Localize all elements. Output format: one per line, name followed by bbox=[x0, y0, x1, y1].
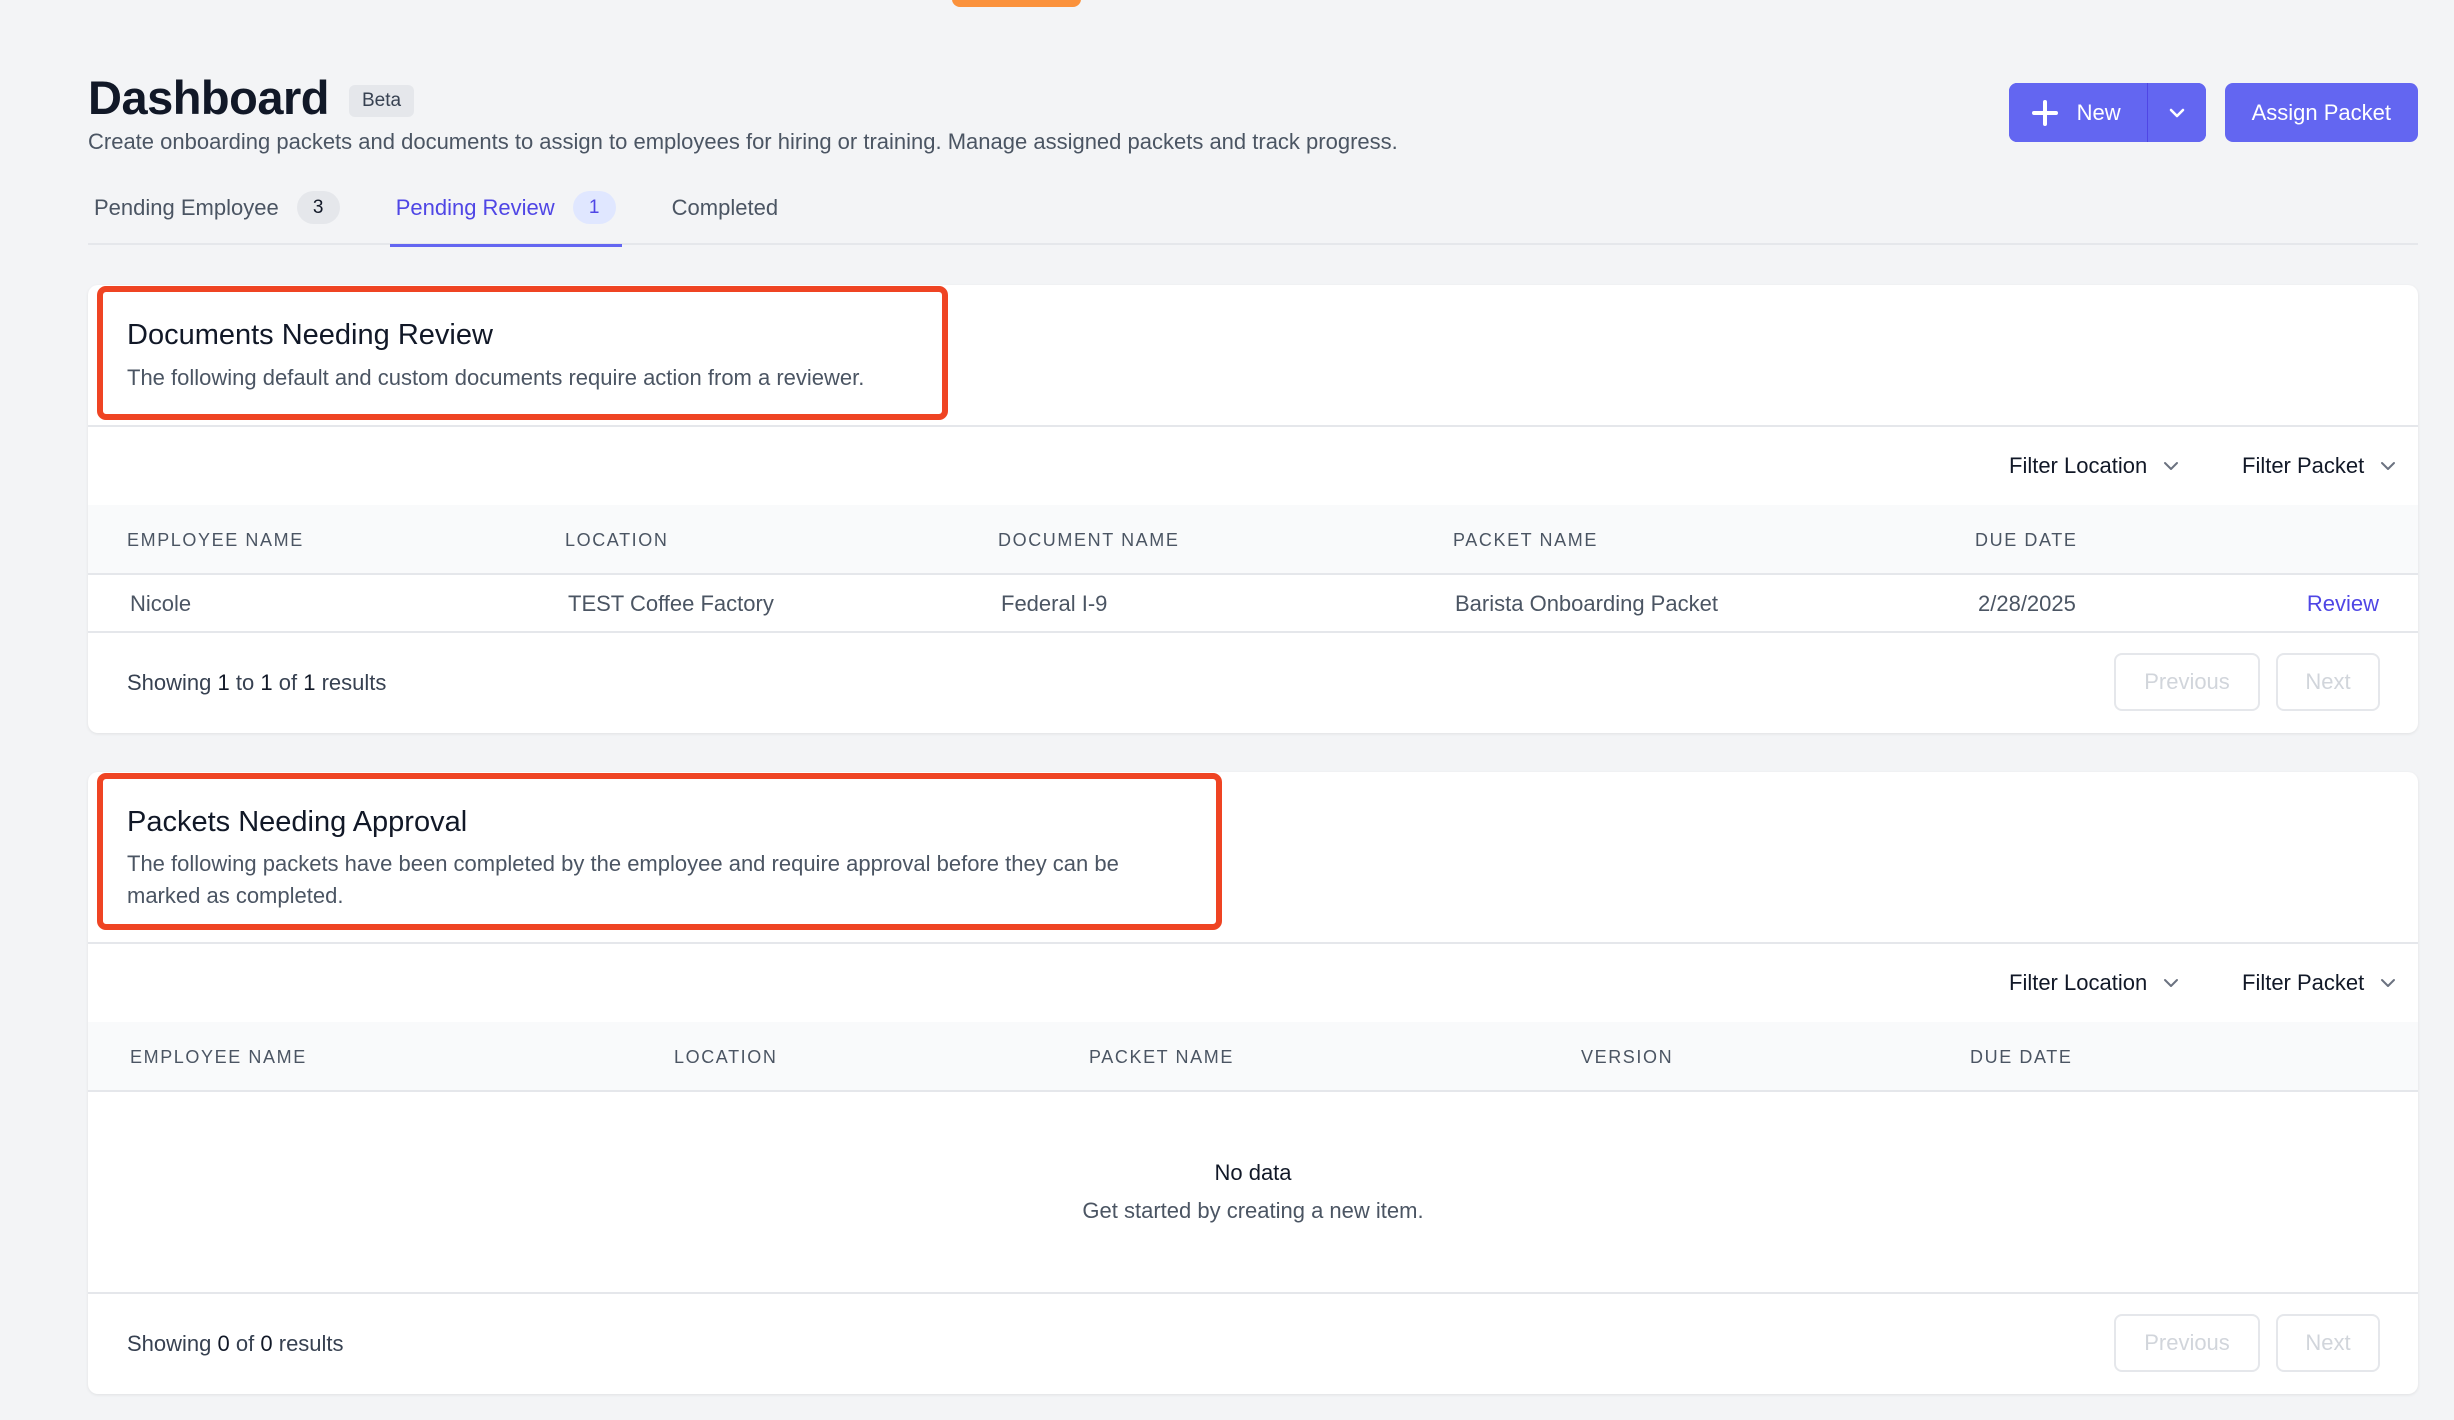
next-button[interactable]: Next bbox=[2276, 653, 2380, 711]
filter-bar: Filter Location Filter Packet bbox=[88, 944, 2418, 1022]
chevron-down-icon bbox=[2169, 108, 2184, 117]
new-dropdown-button[interactable] bbox=[2147, 83, 2206, 142]
column-header: PACKET NAME bbox=[1089, 1047, 1234, 1067]
column-header: DUE DATE bbox=[1970, 1047, 2073, 1067]
cell-document: Federal I-9 bbox=[1001, 591, 1108, 616]
chevron-down-icon bbox=[2381, 462, 2396, 470]
tab-label: Pending Employee bbox=[94, 194, 279, 220]
chevron-down-icon bbox=[2164, 979, 2179, 987]
filter-label: Filter Location bbox=[2009, 453, 2148, 478]
filter-packet-dropdown[interactable]: Filter Packet bbox=[2242, 427, 2398, 505]
tab-pending-employee[interactable]: Pending Employee 3 bbox=[88, 170, 346, 245]
table-header: EMPLOYEE NAME LOCATION DOCUMENT NAME PAC… bbox=[88, 505, 2418, 575]
results-summary: Showing 0 of 0 results bbox=[127, 1331, 344, 1356]
cell-location: TEST Coffee Factory bbox=[568, 591, 774, 616]
highlight-box bbox=[97, 286, 948, 420]
card-header: Packets Needing Approval The following p… bbox=[88, 772, 2418, 944]
column-header: DUE DATE bbox=[1975, 530, 2078, 550]
highlight-box bbox=[97, 773, 1222, 930]
chevron-down-icon bbox=[2164, 462, 2179, 470]
tab-completed[interactable]: Completed bbox=[666, 170, 784, 245]
new-button[interactable]: New bbox=[2008, 83, 2148, 142]
documents-review-card: Documents Needing Review The following d… bbox=[88, 285, 2418, 733]
filter-location-dropdown[interactable]: Filter Location bbox=[2009, 944, 2181, 1022]
cell-packet: Barista Onboarding Packet bbox=[1455, 591, 1718, 616]
chevron-down-icon bbox=[2381, 979, 2396, 987]
plus-icon bbox=[2031, 99, 2059, 127]
environment-badge bbox=[952, 0, 1081, 7]
tab-label: Completed bbox=[671, 194, 779, 220]
filter-bar: Filter Location Filter Packet bbox=[88, 427, 2418, 505]
header-actions: New Assign Packet bbox=[2008, 83, 2418, 142]
tab-bar: Pending Employee 3 Pending Review 1 Comp… bbox=[88, 170, 2418, 247]
card-footer: Showing 0 of 0 results Previous Next bbox=[88, 1294, 2418, 1394]
filter-label: Filter Packet bbox=[2242, 970, 2365, 995]
review-link[interactable]: Review bbox=[2307, 575, 2379, 633]
column-header: DOCUMENT NAME bbox=[998, 530, 1180, 550]
table-row: Nicole TEST Coffee Factory Federal I-9 B… bbox=[88, 575, 2418, 633]
beta-badge: Beta bbox=[349, 84, 415, 117]
next-button[interactable]: Next bbox=[2276, 1314, 2380, 1372]
results-summary: Showing 1 to 1 of 1 results bbox=[127, 670, 387, 695]
column-header: EMPLOYEE NAME bbox=[130, 1047, 307, 1067]
filter-packet-dropdown[interactable]: Filter Packet bbox=[2242, 944, 2398, 1022]
cell-due-date: 2/28/2025 bbox=[1978, 591, 2076, 616]
column-header: PACKET NAME bbox=[1453, 530, 1598, 550]
empty-state-title: No data bbox=[1214, 1160, 1292, 1185]
assign-packet-button[interactable]: Assign Packet bbox=[2224, 83, 2418, 142]
tab-count-badge: 1 bbox=[572, 191, 616, 224]
column-header: LOCATION bbox=[565, 530, 669, 550]
page-header: Dashboard Beta Create onboarding packets… bbox=[88, 70, 2418, 155]
new-button-label: New bbox=[2076, 99, 2121, 125]
column-header: EMPLOYEE NAME bbox=[127, 530, 304, 550]
card-footer: Showing 1 to 1 of 1 results Previous Nex… bbox=[88, 633, 2418, 733]
tab-label: Pending Review bbox=[395, 194, 555, 220]
packets-approval-card: Packets Needing Approval The following p… bbox=[88, 772, 2418, 1394]
filter-label: Filter Location bbox=[2009, 970, 2148, 995]
filter-label: Filter Packet bbox=[2242, 453, 2365, 478]
previous-button[interactable]: Previous bbox=[2114, 1314, 2260, 1372]
cell-employee: Nicole bbox=[130, 591, 192, 616]
new-button-group: New bbox=[2008, 83, 2206, 142]
tab-pending-review[interactable]: Pending Review 1 bbox=[389, 170, 622, 247]
filter-location-dropdown[interactable]: Filter Location bbox=[2009, 427, 2181, 505]
card-header: Documents Needing Review The following d… bbox=[88, 285, 2418, 427]
tab-count-badge: 3 bbox=[296, 191, 340, 224]
empty-state: No data Get started by creating a new it… bbox=[88, 1092, 2418, 1294]
previous-button[interactable]: Previous bbox=[2114, 653, 2260, 711]
column-header: VERSION bbox=[1581, 1047, 1674, 1067]
empty-state-subtitle: Get started by creating a new item. bbox=[1082, 1198, 1424, 1223]
table-header: EMPLOYEE NAME LOCATION PACKET NAME VERSI… bbox=[88, 1022, 2418, 1092]
page-title: Dashboard bbox=[88, 71, 330, 124]
column-header: LOCATION bbox=[674, 1047, 778, 1067]
